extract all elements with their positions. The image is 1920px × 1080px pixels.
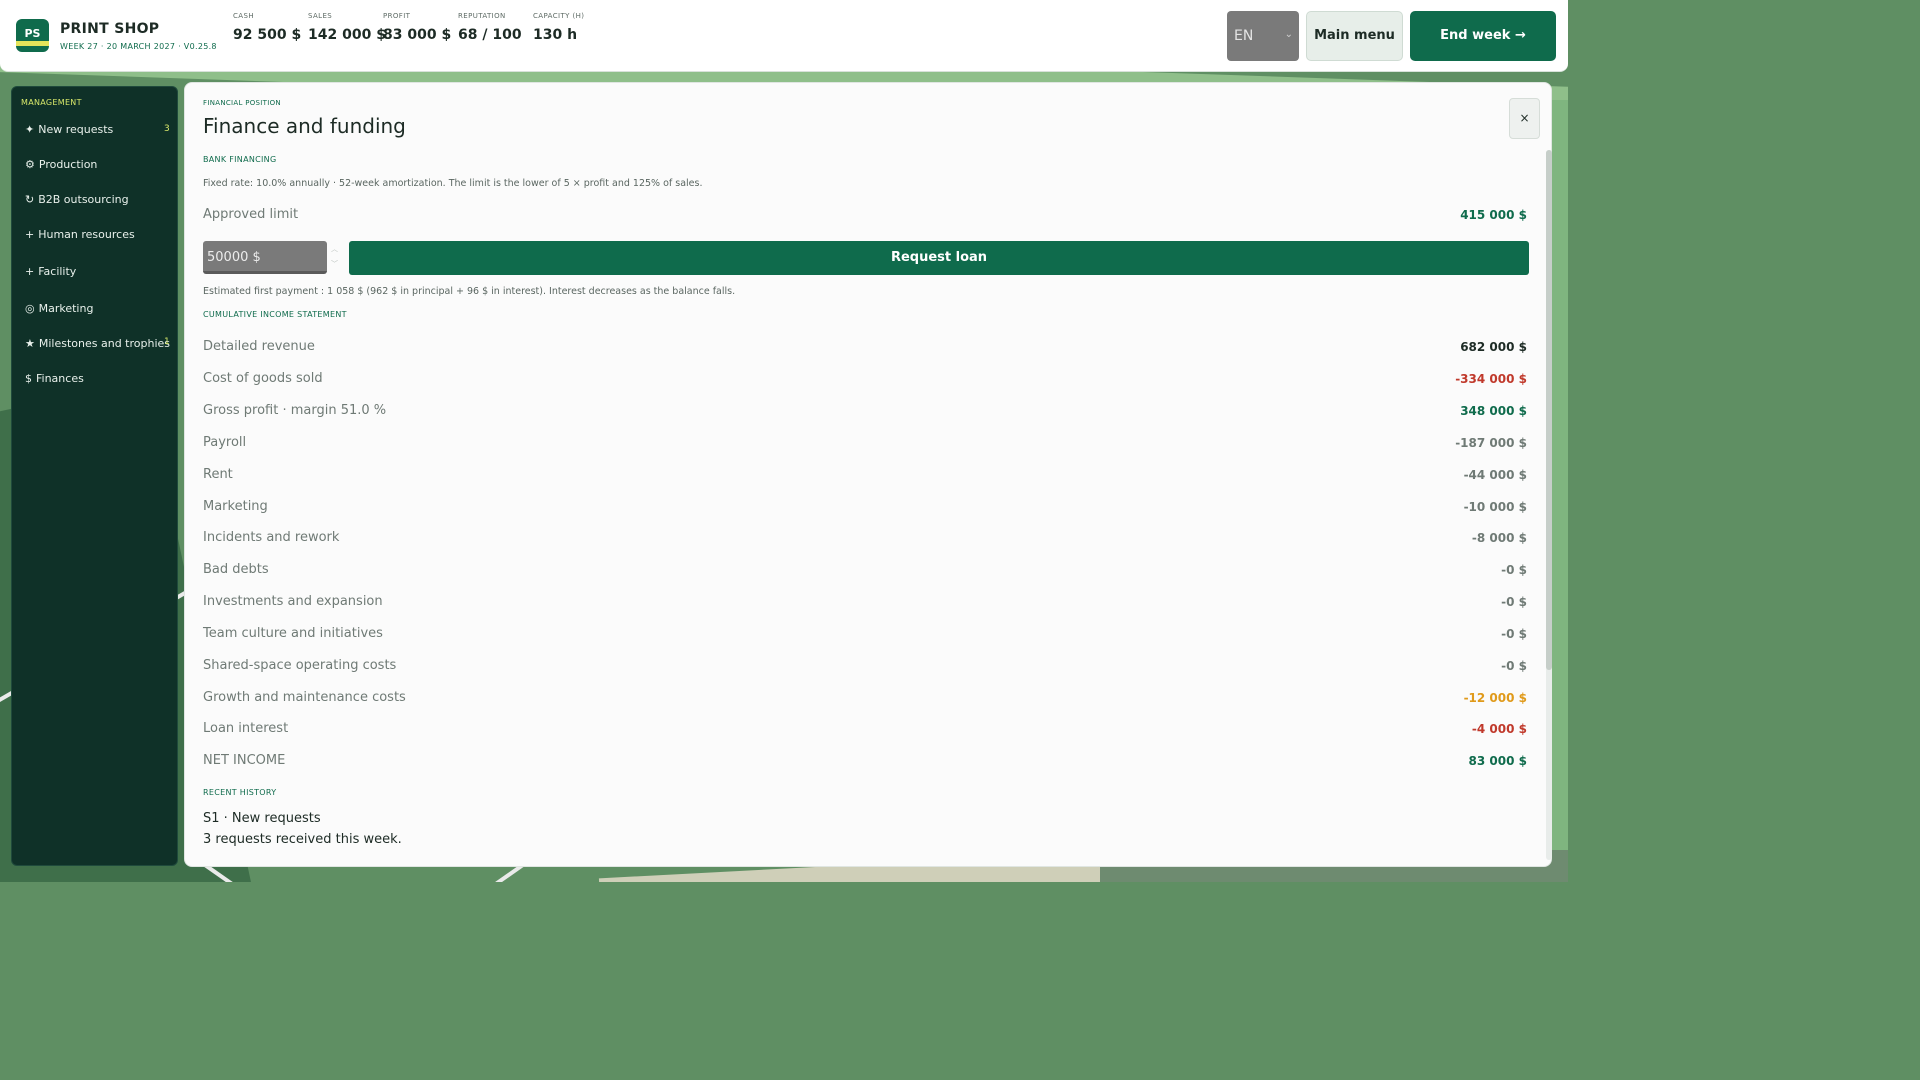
income-row-value: -4 000 $ xyxy=(1471,722,1527,736)
close-icon: × xyxy=(1519,111,1530,125)
income-statement-heading: CUMULATIVE INCOME STATEMENT xyxy=(203,310,347,319)
sidebar-heading: MANAGEMENT xyxy=(21,98,82,107)
refresh-icon: ↻ xyxy=(25,193,35,206)
income-row-value: -0 $ xyxy=(1501,627,1527,641)
top-bar: PS PRINT SHOP WEEK 27 · 20 MARCH 2027 · … xyxy=(0,0,1568,72)
app-title: PRINT SHOP xyxy=(60,21,160,37)
income-row-label: Gross profit · margin 51.0 % xyxy=(203,403,387,418)
stepper-down-icon[interactable]: ﹀ xyxy=(331,259,338,269)
language-select[interactable]: EN ⌄ xyxy=(1227,11,1299,61)
page-title: Finance and funding xyxy=(203,114,406,138)
income-row-value: -0 $ xyxy=(1501,563,1527,577)
income-row-label: Cost of goods sold xyxy=(203,371,323,386)
sidebar: MANAGEMENT ✦ New requests 3 ⚙ Production ↻… xyxy=(11,86,178,866)
end-week-button[interactable]: End week → xyxy=(1410,11,1556,61)
income-row-value: -187 000 $ xyxy=(1455,436,1527,450)
sidebar-item-facility[interactable]: + Facility xyxy=(25,265,76,278)
star-icon: ★ xyxy=(25,337,35,350)
stat-profit: PROFIT 83 000 $ xyxy=(383,12,452,43)
income-row-value: 348 000 $ xyxy=(1460,404,1527,418)
sidebar-item-production[interactable]: ⚙ Production xyxy=(25,158,97,171)
panel-eyebrow: FINANCIAL POSITION xyxy=(203,99,281,107)
bank-financing-heading: BANK FINANCING xyxy=(203,155,277,164)
sidebar-item-marketing[interactable]: ◎ Marketing xyxy=(25,302,93,315)
income-row-label: Bad debts xyxy=(203,562,269,577)
bank-financing-note: Fixed rate: 10.0% annually · 52-week amo… xyxy=(203,178,703,189)
income-row-label: Investments and expansion xyxy=(203,594,383,609)
stat-cash: CASH 92 500 $ xyxy=(233,12,302,43)
income-row-value: 682 000 $ xyxy=(1460,340,1527,354)
income-row-value: -12 000 $ xyxy=(1463,691,1527,705)
request-loan-button[interactable]: Request loan xyxy=(349,241,1529,275)
sidebar-item-milestones[interactable]: ★ Milestones and trophies xyxy=(25,337,170,350)
income-row-label: Incidents and rework xyxy=(203,530,340,545)
stat-reputation: REPUTATION 68 / 100 xyxy=(458,12,522,43)
new-requests-badge: 3 xyxy=(164,124,170,134)
income-row-value: -8 000 $ xyxy=(1471,531,1527,545)
recent-history-heading: RECENT HISTORY xyxy=(203,788,277,797)
income-row-value: -334 000 $ xyxy=(1455,372,1527,386)
income-row-label: Marketing xyxy=(203,499,268,514)
scrollbar-thumb[interactable] xyxy=(1546,150,1552,670)
stat-sales: SALES 142 000 $ xyxy=(308,12,386,43)
close-button[interactable]: × xyxy=(1509,98,1540,139)
income-row-label: Shared-space operating costs xyxy=(203,658,397,673)
income-row-value: -10 000 $ xyxy=(1463,500,1527,514)
income-row-value: -44 000 $ xyxy=(1463,468,1527,482)
finance-panel: FINANCIAL POSITION Finance and funding ×… xyxy=(184,82,1552,867)
income-row-label: Growth and maintenance costs xyxy=(203,690,406,705)
sparkle-icon: ✦ xyxy=(25,123,35,136)
dollar-icon: $ xyxy=(25,372,32,385)
sidebar-item-b2b-outsourcing[interactable]: ↻ B2B outsourcing xyxy=(25,193,129,206)
main-menu-button[interactable]: Main menu xyxy=(1306,11,1403,61)
income-row-label: Payroll xyxy=(203,435,247,450)
plus-icon: + xyxy=(25,265,35,278)
sidebar-item-new-requests[interactable]: ✦ New requests xyxy=(25,123,113,136)
history-item-description: 3 requests received this week. xyxy=(203,832,402,847)
income-row-label: Team culture and initiatives xyxy=(203,626,383,641)
income-row-label: Detailed revenue xyxy=(203,339,315,354)
app-subtitle: WEEK 27 · 20 MARCH 2027 · V0.25.8 xyxy=(60,42,217,51)
approved-limit-label: Approved limit xyxy=(203,207,299,222)
milestones-badge: 1 xyxy=(164,337,170,347)
net-income-label: NET INCOME xyxy=(203,753,286,768)
income-row-value: -0 $ xyxy=(1501,659,1527,673)
stat-capacity: CAPACITY (H) 130 h xyxy=(533,12,585,43)
stepper-up-icon[interactable]: ︿ xyxy=(331,244,338,254)
income-row-label: Loan interest xyxy=(203,721,289,736)
payment-note: Estimated first payment : 1 058 $ (962 $… xyxy=(203,286,736,297)
approved-limit-value: 415 000 $ xyxy=(1460,208,1527,222)
target-icon: ◎ xyxy=(25,302,35,315)
plus-icon: + xyxy=(25,228,35,241)
sidebar-item-human-resources[interactable]: + Human resources xyxy=(25,228,135,241)
loan-amount-input[interactable]: 50000 $ xyxy=(203,241,327,274)
gear-icon: ⚙ xyxy=(25,158,35,171)
income-row-label: Rent xyxy=(203,467,233,482)
net-income-value: 83 000 $ xyxy=(1468,754,1527,768)
history-item-title: S1 · New requests xyxy=(203,811,321,826)
chevron-down-icon: ⌄ xyxy=(1284,29,1293,40)
sidebar-item-finances[interactable]: $ Finances xyxy=(25,372,84,385)
income-row-value: -0 $ xyxy=(1501,595,1527,609)
app-logo: PS xyxy=(16,19,49,52)
